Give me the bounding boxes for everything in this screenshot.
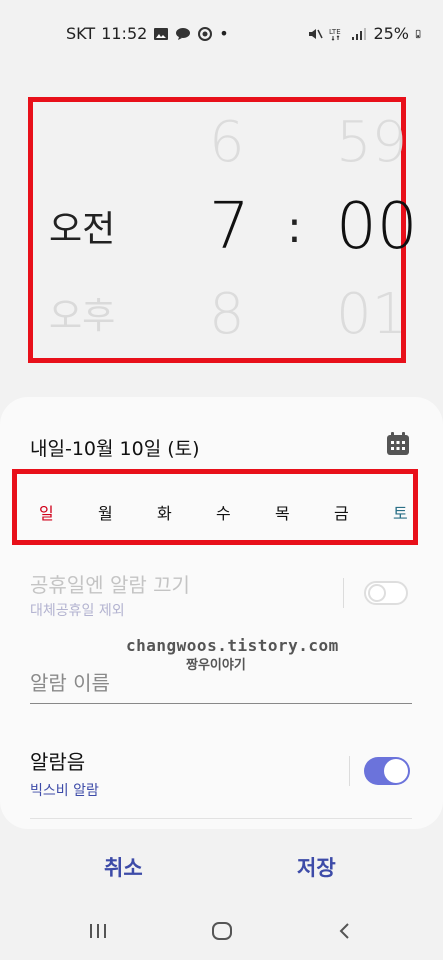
day-sun[interactable]: 일 [39,500,54,524]
toggle-knob [368,584,386,602]
day-tue[interactable]: 화 [157,500,172,524]
back-icon[interactable] [337,920,353,942]
calendar-icon[interactable] [386,432,410,456]
clock: 11:52 [101,24,148,43]
status-dot: • [219,24,229,43]
time-picker[interactable]: 오전 오후 6 7 8 : 59 00 01 [28,97,417,363]
ampm-other[interactable]: 오후 [49,287,115,339]
signal-icon [352,27,367,40]
alarm-name-input[interactable] [30,671,412,695]
hour-selected[interactable]: 7 [209,190,250,264]
battery-percent: 25% [373,24,409,43]
divider [343,578,344,608]
day-fri[interactable]: 금 [334,500,349,524]
day-wed[interactable]: 수 [216,500,231,524]
minute-next[interactable]: 01 [336,282,407,347]
divider [30,818,412,819]
lte-icon: LTE [329,28,341,41]
ampm-selected[interactable]: 오전 [49,200,115,252]
battery-icon [415,29,421,38]
location-face-icon [198,26,213,41]
mute-icon [309,28,324,39]
alarm-name-field [30,671,412,704]
time-colon: : [287,202,302,253]
holiday-off-label: 공휴일엔 알람 끄기 [30,573,190,597]
toggle-knob [384,759,408,783]
day-mon[interactable]: 월 [98,500,113,524]
alarm-sound-toggle[interactable] [364,757,410,785]
holiday-off-toggle[interactable] [364,581,408,605]
carrier-label: SKT [66,24,96,43]
day-sat[interactable]: 토 [393,500,408,524]
alarm-sound-value[interactable]: 빅스비 알람 [30,780,99,800]
alarm-sound-label[interactable]: 알람음 [30,746,85,775]
alarm-date: 내일-10월 10일 (토) [30,438,200,460]
home-icon[interactable] [211,920,233,942]
chat-icon [176,27,191,40]
save-button[interactable]: 저장 [297,852,336,882]
day-thu[interactable]: 목 [275,500,290,524]
recent-apps-icon[interactable] [88,920,108,942]
status-bar: SKT 11:52 • LTE 25% [0,0,443,66]
cancel-button[interactable]: 취소 [104,852,143,882]
watermark-url: changwoos.tistory.com [126,636,339,655]
divider [349,756,350,786]
svg-text:LTE: LTE [329,28,341,36]
repeat-days-row: 일 월 화 수 목 금 토 [12,469,418,545]
minute-selected[interactable]: 00 [336,190,417,264]
hour-next[interactable]: 8 [209,282,245,347]
holiday-off-sublabel: 대체공휴일 제외 [30,603,125,619]
hour-prev[interactable]: 6 [209,110,245,175]
image-icon [154,27,169,40]
minute-prev[interactable]: 59 [336,110,407,175]
